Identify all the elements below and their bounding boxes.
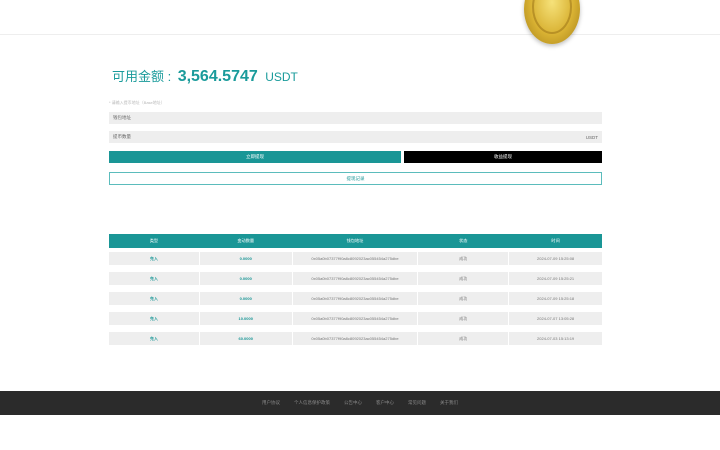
row-status: 成功 [418, 292, 509, 305]
row-address: 0x05a0b07377f90a8c8092023ac055454a275dbe [292, 272, 418, 285]
withdraw-amount-label: 提币数量 [113, 134, 131, 139]
row-time: 2024-07-07 13:05:28 [509, 312, 602, 325]
balance-unit: USDT [265, 70, 298, 84]
row-time: 2024-07-09 15:25:18 [509, 292, 602, 305]
footer-link-customer-center[interactable]: 客户中心 [376, 400, 394, 406]
table-header: 类型 变动数量 钱包地址 状态 时间 [109, 234, 602, 248]
footer-link-user-agreement[interactable]: 用户协议 [262, 400, 280, 406]
withdraw-amount-field[interactable]: 提币数量 USDT [109, 131, 602, 143]
available-balance: 可用金额 : 3,564.5747 USDT [112, 66, 298, 86]
footer-link-faq[interactable]: 常见问题 [408, 400, 426, 406]
row-amount: 0.0000 [199, 252, 292, 265]
header-type: 类型 [149, 238, 159, 243]
row-amount: 60.0000 [199, 332, 292, 345]
top-bar [0, 0, 720, 44]
header-status: 状态 [459, 238, 468, 243]
row-address: 0x05a0b07377f90a8c8092023ac055454a275dbe [292, 292, 418, 305]
table-row: 充入 60.0000 0x05a0b07377f90a8c8092023ac05… [109, 332, 602, 345]
row-type: 充入 [109, 312, 199, 325]
row-address: 0x05a0b07377f90a8c8092023ac055454a275dbe [292, 312, 418, 325]
row-status: 成功 [418, 312, 509, 325]
row-amount: 0.0000 [199, 292, 292, 305]
withdraw-now-button[interactable]: 立即提现 [109, 151, 401, 163]
wallet-address-label: 钱包地址 [113, 115, 131, 120]
footer-link-announcements[interactable]: 公告中心 [344, 400, 362, 406]
row-time: 2024-07-03 15:13:19 [509, 332, 602, 345]
row-type: 充入 [109, 292, 199, 305]
row-status: 成功 [418, 272, 509, 285]
table-row: 充入 0.0000 0x05a0b07377f90a8c8092023ac055… [109, 272, 602, 285]
row-status: 成功 [418, 252, 509, 265]
earnings-withdraw-button[interactable]: 收益提现 [404, 151, 602, 163]
header-time: 时间 [551, 238, 560, 243]
row-time: 2024-07-09 15:25:21 [509, 272, 602, 285]
row-address: 0x05a0b07377f90a8c8092023ac055454a275dbe [292, 332, 418, 345]
balance-amount: 3,564.5747 [177, 68, 258, 85]
gold-coin-icon [524, 0, 580, 44]
wallet-address-field[interactable]: 钱包地址 [109, 112, 602, 124]
footer: 用户协议 个人信息保护政策 公告中心 客户中心 常见问题 关于我们 [0, 391, 720, 415]
row-type: 充入 [109, 252, 199, 265]
row-amount: 0.0000 [199, 272, 292, 285]
balance-label: 可用金额 : [112, 69, 172, 84]
row-type: 充入 [109, 272, 199, 285]
table-row: 充入 0.0000 0x05a0b07377f90a8c8092023ac055… [109, 292, 602, 305]
footer-link-about-us[interactable]: 关于我们 [440, 400, 458, 406]
withdraw-records-button[interactable]: 提现记录 [109, 172, 602, 185]
row-address: 0x05a0b07377f90a8c8092023ac055454a275dbe [292, 252, 418, 265]
row-type: 充入 [109, 332, 199, 345]
footer-link-privacy-policy[interactable]: 个人信息保护政策 [294, 400, 330, 406]
withdraw-amount-unit: USDT [585, 134, 598, 140]
transactions-table: 类型 变动数量 钱包地址 状态 时间 充入 0.0000 0x05a0b0737… [109, 234, 602, 345]
address-hint: * 请输入提币地址（Base地址） [109, 100, 165, 105]
row-amount: 10.0000 [199, 312, 292, 325]
table-row: 充入 10.0000 0x05a0b07377f90a8c8092023ac05… [109, 312, 602, 325]
header-amount: 变动数量 [237, 238, 255, 243]
row-time: 2024-07-09 15:25:08 [509, 252, 602, 265]
row-status: 成功 [418, 332, 509, 345]
table-row: 充入 0.0000 0x05a0b07377f90a8c8092023ac055… [109, 252, 602, 265]
header-address: 钱包地址 [346, 238, 364, 243]
